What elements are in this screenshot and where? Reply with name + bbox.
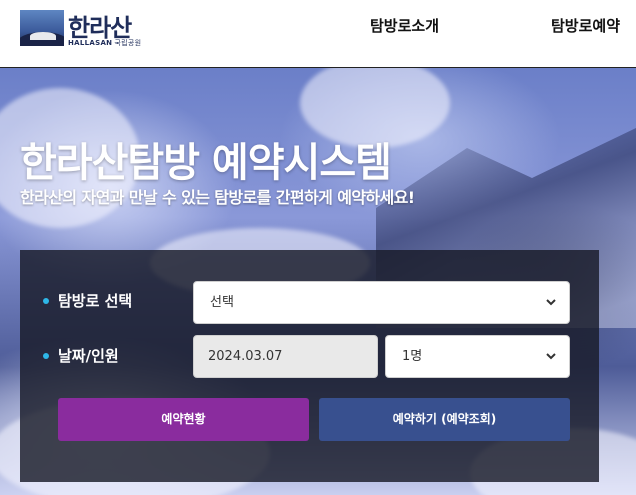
reservation-status-button[interactable]: 예약현황 bbox=[58, 398, 309, 441]
logo-sub-en: HALLASAN bbox=[68, 39, 113, 47]
chevron-down-icon bbox=[546, 353, 556, 360]
date-input[interactable]: 2024.03.07 bbox=[193, 335, 378, 378]
mountain-logo-icon bbox=[20, 10, 64, 46]
logo-sub-kr: 국립공원 bbox=[114, 39, 142, 47]
date-people-label: 날짜/인원 bbox=[43, 347, 119, 365]
site-header: 한라산 HALLASAN 국립공원 탐방로소개 탐방로예약 bbox=[0, 0, 636, 68]
make-reservation-button[interactable]: 예약하기 (예약조회) bbox=[319, 398, 570, 441]
hero-title: 한라산탐방 예약시스템 bbox=[20, 140, 392, 186]
logo-subtitle: HALLASAN 국립공원 bbox=[68, 38, 141, 48]
reservation-panel: 탐방로 선택 선택 날짜/인원 2024.03.07 1명 예약현황 예약하기 … bbox=[20, 250, 599, 482]
people-count-value: 1명 bbox=[402, 349, 423, 364]
route-select-label: 탐방로 선택 bbox=[42, 292, 133, 310]
chevron-down-icon bbox=[546, 299, 556, 306]
hero-subtitle: 한라산의 자연과 만날 수 있는 탐방로를 간편하게 예약하세요! bbox=[20, 188, 415, 207]
hallasan-logo[interactable]: 한라산 HALLASAN 국립공원 bbox=[20, 10, 150, 50]
hero-banner: 한라산탐방 예약시스템 한라산의 자연과 만날 수 있는 탐방로를 간편하게 예… bbox=[0, 68, 636, 495]
nav-trail-intro[interactable]: 탐방로소개 bbox=[370, 15, 439, 36]
route-select[interactable]: 선택 bbox=[193, 281, 570, 324]
people-count-select[interactable]: 1명 bbox=[385, 335, 570, 378]
nav-trail-reservation[interactable]: 탐방로예약 bbox=[551, 15, 620, 36]
route-select-value: 선택 bbox=[210, 295, 234, 310]
